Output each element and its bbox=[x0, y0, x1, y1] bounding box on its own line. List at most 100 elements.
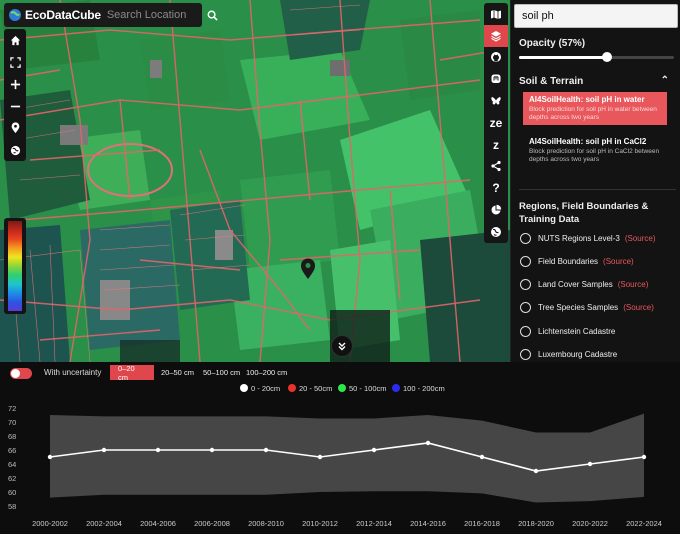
z-button[interactable]: z bbox=[484, 134, 508, 156]
layer-title: AI4SoilHealth: soil pH in water bbox=[529, 95, 645, 104]
zoom-out-button[interactable] bbox=[4, 95, 26, 117]
search-icon bbox=[207, 10, 218, 21]
chart-panel: 0 - 20cm 20 - 50cm 50 - 100cm 100 - 200cm 58… bbox=[0, 362, 680, 534]
home-button[interactable] bbox=[4, 29, 26, 51]
source-link[interactable]: (Source) bbox=[603, 257, 634, 266]
layer-panel: Opacity (57%) Soil & Terrain ⌃ AI4SoilHe… bbox=[510, 0, 680, 362]
opacity-label: Opacity (57%) bbox=[519, 38, 586, 49]
zenodo-icon: ze bbox=[489, 115, 503, 130]
globe-button[interactable] bbox=[4, 139, 26, 161]
layer-description: Block prediction for soil pH in water be… bbox=[529, 106, 657, 122]
uncertainty-band bbox=[50, 413, 644, 503]
region-layer-option[interactable]: Tree Species Samples (Source) bbox=[520, 301, 680, 315]
locate-button[interactable] bbox=[4, 117, 26, 139]
x-tick-label: 2014-2016 bbox=[410, 519, 446, 528]
legend-label: 100 - 200cm bbox=[403, 384, 445, 393]
opacity-slider-thumb[interactable] bbox=[602, 52, 613, 62]
color-legend bbox=[4, 218, 26, 314]
layer-description: Block prediction for soil pH in CaCl2 be… bbox=[529, 148, 660, 164]
radio-button[interactable] bbox=[520, 255, 531, 267]
data-point bbox=[371, 447, 377, 453]
region-layer-option[interactable]: Lichtenstein Cadastre bbox=[520, 324, 680, 338]
section-soil-terrain-title: Soil & Terrain bbox=[519, 76, 584, 87]
chevron-up-icon[interactable]: ⌃ bbox=[661, 75, 669, 86]
data-point bbox=[101, 447, 107, 453]
brand-name: EcoDataCube bbox=[25, 8, 101, 22]
y-tick-label: 60 bbox=[8, 488, 16, 497]
side-icon-bar: ze z? bbox=[484, 3, 508, 243]
data-point bbox=[479, 454, 485, 460]
map-toolbar bbox=[4, 29, 26, 161]
legend-swatch bbox=[392, 384, 400, 392]
help-button[interactable]: ? bbox=[484, 177, 508, 199]
bluesky-icon bbox=[491, 97, 501, 105]
app-root: EcoDataCube Search Location ze z ? soil … bbox=[0, 0, 680, 534]
source-link[interactable]: (Source) bbox=[618, 280, 649, 289]
radio-button[interactable] bbox=[520, 279, 531, 291]
radio-button[interactable] bbox=[520, 325, 531, 337]
collapse-chart-button[interactable] bbox=[331, 335, 353, 357]
x-tick-label: 2004-2006 bbox=[140, 519, 176, 528]
layers-button[interactable] bbox=[484, 24, 508, 47]
data-point bbox=[587, 461, 593, 467]
section-soil-terrain[interactable]: Soil & Terrain ⌃ bbox=[519, 75, 669, 87]
source-link[interactable]: (Source) bbox=[625, 234, 656, 243]
legend-color-ramp bbox=[8, 221, 22, 311]
mastodon-button[interactable] bbox=[484, 68, 508, 90]
legend-swatch bbox=[338, 384, 346, 392]
x-tick-label: 2022-2024 bbox=[626, 519, 662, 528]
bluesky-button[interactable] bbox=[484, 90, 508, 112]
legend-label: 20 - 50cm bbox=[299, 384, 332, 393]
map-view[interactable]: EcoDataCube Search Location ze z ? bbox=[0, 0, 510, 362]
layer-item[interactable]: AI4SoilHealth: soil pH in CaCl2 Block pre… bbox=[523, 134, 667, 167]
layer-search-input[interactable] bbox=[514, 4, 678, 28]
earth-button[interactable] bbox=[484, 221, 508, 243]
region-layer-label: NUTS Regions Level-3 bbox=[538, 233, 620, 243]
region-layer-option[interactable]: Land Cover Samples (Source) bbox=[520, 278, 680, 292]
region-layer-option[interactable]: Field Boundaries (Source) bbox=[520, 254, 680, 268]
map-basemap[interactable] bbox=[0, 0, 510, 362]
pie-chart-icon bbox=[491, 204, 502, 215]
data-point bbox=[209, 447, 215, 453]
region-layer-option[interactable]: Luxembourg Cadastre bbox=[520, 348, 680, 362]
share-button[interactable] bbox=[484, 156, 508, 178]
x-tick-label: 2000-2002 bbox=[32, 519, 68, 528]
globe-icon bbox=[10, 145, 20, 155]
legend-label: 50 - 100cm bbox=[349, 384, 387, 393]
zenodo-button[interactable]: ze bbox=[484, 112, 508, 134]
source-link[interactable]: (Source) bbox=[623, 303, 654, 312]
data-point bbox=[425, 440, 431, 446]
logo-globe-icon bbox=[9, 9, 21, 21]
search-input[interactable] bbox=[106, 9, 207, 21]
radio-button[interactable] bbox=[520, 232, 531, 244]
depth-tab[interactable]: 100–200 cm bbox=[238, 365, 295, 380]
chevron-double-down-icon bbox=[338, 342, 346, 351]
y-tick-label: 66 bbox=[8, 446, 16, 455]
fullscreen-button[interactable] bbox=[4, 51, 26, 73]
github-button[interactable] bbox=[484, 47, 508, 69]
radio-button[interactable] bbox=[520, 349, 531, 360]
layer-item[interactable]: AI4SoilHealth: soil pH in water Block pre… bbox=[523, 92, 667, 126]
map-button[interactable] bbox=[484, 3, 508, 25]
y-tick-label: 58 bbox=[8, 502, 16, 511]
legend-swatch bbox=[240, 384, 248, 392]
search-button[interactable] bbox=[207, 4, 218, 26]
opacity-slider[interactable] bbox=[519, 52, 674, 62]
y-tick-label: 70 bbox=[8, 418, 16, 427]
toggle-knob bbox=[11, 369, 20, 378]
pie-chart-button[interactable] bbox=[484, 199, 508, 221]
data-point bbox=[263, 447, 269, 453]
y-tick-label: 62 bbox=[8, 474, 16, 483]
opacity-slider-fill bbox=[519, 56, 608, 59]
y-tick-label: 68 bbox=[8, 432, 16, 441]
data-point bbox=[155, 447, 161, 453]
region-layer-option[interactable]: NUTS Regions Level-3 (Source) bbox=[520, 231, 680, 245]
uncertainty-toggle[interactable] bbox=[10, 368, 32, 379]
zoom-out-icon bbox=[10, 105, 20, 107]
data-point bbox=[47, 454, 53, 460]
radio-button[interactable] bbox=[520, 302, 531, 314]
share-icon bbox=[491, 161, 501, 172]
depth-tab[interactable]: 0–20 cm bbox=[110, 364, 154, 382]
zoom-in-button[interactable] bbox=[4, 73, 26, 95]
map-marker-icon[interactable] bbox=[300, 258, 316, 280]
